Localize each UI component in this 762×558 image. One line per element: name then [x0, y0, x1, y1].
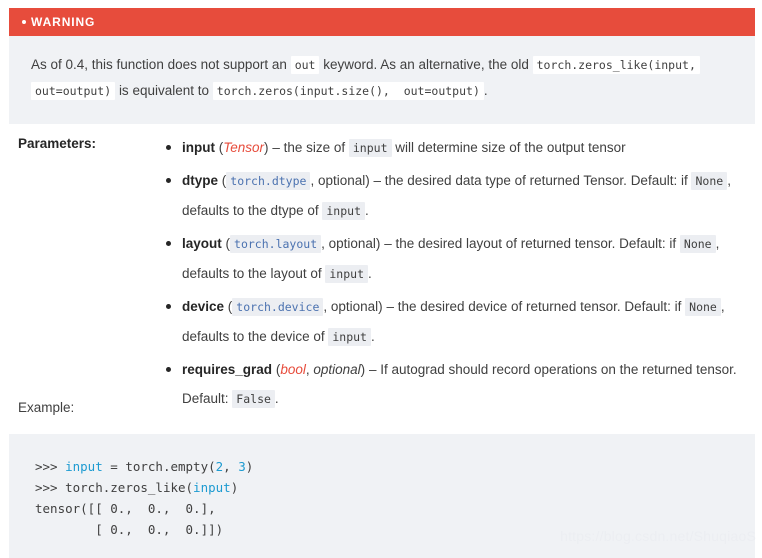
list-item: layout (torch.layout, optional) – the de…: [160, 229, 750, 289]
param-desc: – the size of: [272, 140, 346, 155]
list-item: device (torch.device, optional) – the de…: [160, 292, 750, 352]
warning-title-bar: WARNING: [9, 8, 755, 36]
param-code-1: input: [348, 139, 392, 157]
parameters-label: Parameters:: [18, 136, 97, 151]
identifier-token: input: [193, 480, 231, 495]
warning-body: As of 0.4, this function does not suppor…: [9, 36, 755, 124]
paren-token: ): [245, 459, 254, 474]
bullet-icon: [166, 304, 171, 309]
param-optional: optional: [313, 362, 361, 377]
warning-inline-code-outoutput: out=output): [31, 82, 116, 100]
example-label: Example:: [18, 400, 75, 415]
dot-icon: [22, 20, 26, 24]
param-tail-1: will determine size of the output tensor: [395, 140, 626, 155]
param-type: bool: [280, 362, 306, 377]
param-code-2: input: [328, 328, 371, 346]
list-item: requires_grad (bool, optional) – If auto…: [160, 355, 750, 414]
param-comma: ,: [305, 362, 310, 377]
param-paren-close: ): [360, 362, 366, 377]
param-tail-1: .: [274, 391, 279, 406]
param-desc: – the desired data type of returned Tens…: [373, 173, 688, 188]
bullet-icon: [166, 367, 171, 372]
param-code-2: input: [322, 202, 365, 220]
param-optional: , optional): [323, 299, 383, 314]
param-desc: – the desired device of returned tensor.…: [386, 299, 682, 314]
prompt-token: >>>: [35, 459, 66, 474]
code-line: >>> input = torch.empty(2, 3): [35, 456, 755, 477]
param-code-2: input: [325, 265, 368, 283]
param-tail-2: .: [370, 329, 375, 344]
param-tail-2: .: [365, 203, 369, 218]
warning-text-4: .: [483, 83, 488, 98]
list-item: input (Tensor) – the size of input will …: [160, 133, 750, 163]
operator-token: = torch.empty(: [102, 459, 216, 474]
warning-inline-code-zeroslike: torch.zeros_like(input,: [532, 56, 700, 74]
param-name: layout: [182, 236, 222, 251]
param-type: torch.dtype: [226, 172, 311, 190]
param-type: Tensor: [223, 140, 265, 155]
param-name: device: [182, 299, 225, 314]
warning-text-2: keyword. As an alternative, the old: [323, 57, 529, 72]
parameters-list: input (Tensor) – the size of input will …: [160, 133, 750, 417]
number-token: 3: [238, 459, 246, 474]
code-output-line: tensor([[ 0., 0., 0.],: [35, 501, 216, 516]
param-name: input: [182, 140, 215, 155]
warning-text-3: is equivalent to: [118, 83, 209, 98]
bullet-icon: [166, 241, 171, 246]
warning-admonition: WARNING As of 0.4, this function does no…: [9, 8, 755, 124]
param-desc: – the desired layout of returned tensor.…: [384, 236, 677, 251]
separator-token: ,: [223, 459, 239, 474]
param-code-1: None: [685, 298, 721, 316]
param-optional: , optional): [310, 173, 370, 188]
param-code-1: None: [691, 172, 728, 190]
list-item: dtype (torch.dtype, optional) – the desi…: [160, 166, 750, 226]
param-type: torch.device: [232, 298, 324, 316]
param-code-1: None: [679, 235, 716, 253]
param-name: requires_grad: [182, 362, 273, 377]
param-optional: , optional): [321, 236, 381, 251]
bullet-icon: [166, 145, 171, 150]
prompt-token: >>>: [35, 480, 66, 495]
paren-token: ): [230, 480, 239, 495]
param-type: torch.layout: [230, 235, 322, 253]
bullet-icon: [166, 178, 171, 183]
param-name: dtype: [182, 173, 219, 188]
warning-inline-code-zeros: torch.zeros(input.size(), out=output): [212, 82, 484, 100]
code-line: >>> torch.zeros_like(input): [35, 477, 755, 498]
call-token: torch.zeros_like(: [65, 480, 194, 495]
warning-inline-code-out: out: [290, 56, 320, 74]
param-code-1: False: [232, 390, 275, 408]
warning-text-1: As of 0.4, this function does not suppor…: [31, 57, 287, 72]
warning-title-text: WARNING: [31, 15, 96, 29]
param-tail-2: .: [368, 266, 372, 281]
watermark: https://blog.csdn.net/ShuqiaoS: [560, 528, 756, 544]
param-paren-close: ): [264, 140, 269, 155]
identifier-token: input: [65, 459, 103, 474]
